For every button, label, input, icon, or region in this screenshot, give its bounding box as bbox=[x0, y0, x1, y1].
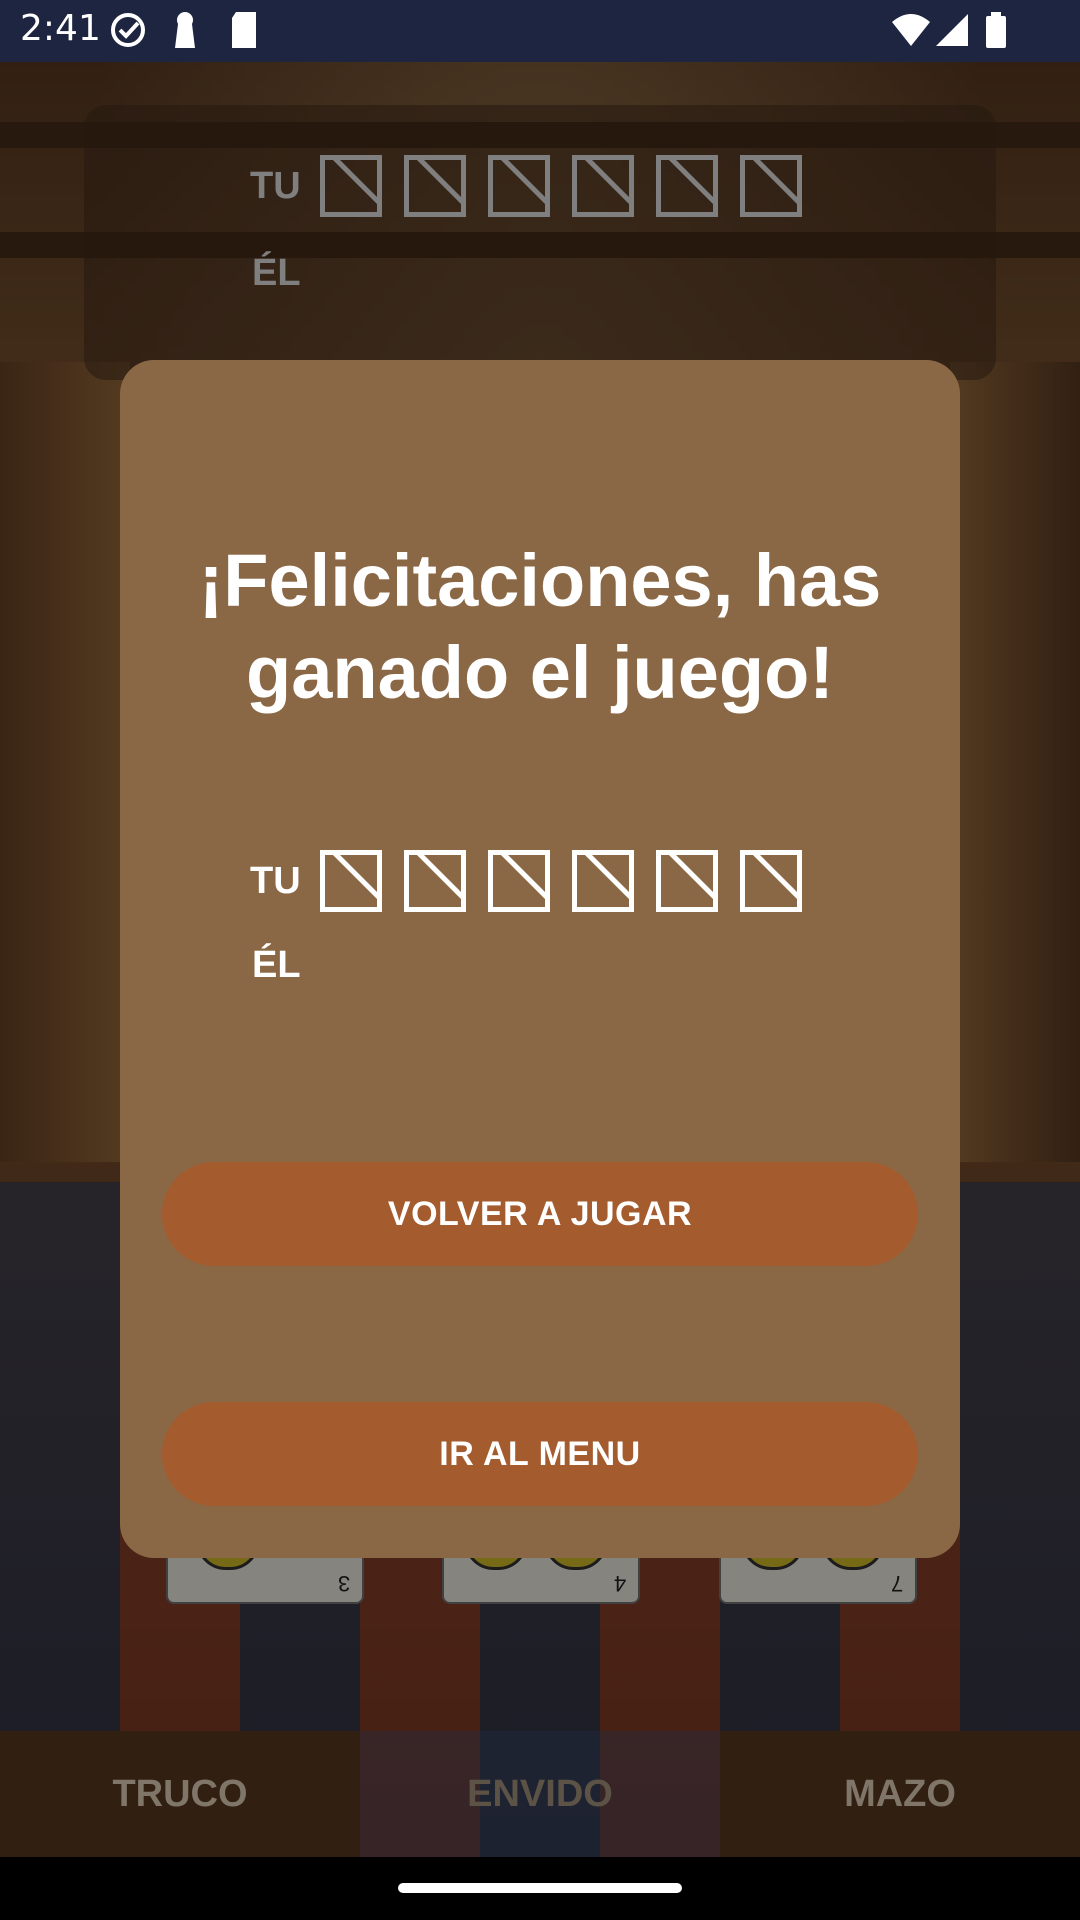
tally-box bbox=[404, 850, 466, 912]
dialog-player-row: TU bbox=[250, 850, 824, 912]
status-bar: 2:41 bbox=[0, 0, 1080, 62]
status-time: 2:41 bbox=[20, 8, 101, 49]
home-gesture-handle[interactable] bbox=[398, 1883, 682, 1893]
play-again-button[interactable]: VOLVER A JUGAR bbox=[162, 1162, 918, 1266]
wifi-icon bbox=[890, 10, 932, 55]
menu-button[interactable]: IR AL MENU bbox=[162, 1402, 918, 1506]
opponent-label: ÉL bbox=[252, 944, 301, 986]
tally-box bbox=[320, 850, 382, 912]
battery-icon bbox=[984, 10, 1008, 55]
navigation-bar bbox=[0, 1857, 1080, 1920]
keyhole-icon bbox=[170, 10, 200, 55]
tally-box bbox=[572, 850, 634, 912]
check-circle-icon bbox=[108, 10, 148, 55]
sd-card-icon bbox=[228, 10, 260, 55]
player-label: TU bbox=[250, 859, 301, 902]
player-tally bbox=[320, 850, 824, 912]
tally-box bbox=[488, 850, 550, 912]
tally-box bbox=[740, 850, 802, 912]
game-won-dialog: ¡Felicitaciones, has ganado el juego! TU… bbox=[120, 360, 960, 1558]
signal-icon bbox=[934, 10, 970, 55]
dialog-opponent-row: ÉL bbox=[252, 944, 322, 987]
tally-box bbox=[656, 850, 718, 912]
dialog-title: ¡Felicitaciones, has ganado el juego! bbox=[198, 539, 882, 714]
